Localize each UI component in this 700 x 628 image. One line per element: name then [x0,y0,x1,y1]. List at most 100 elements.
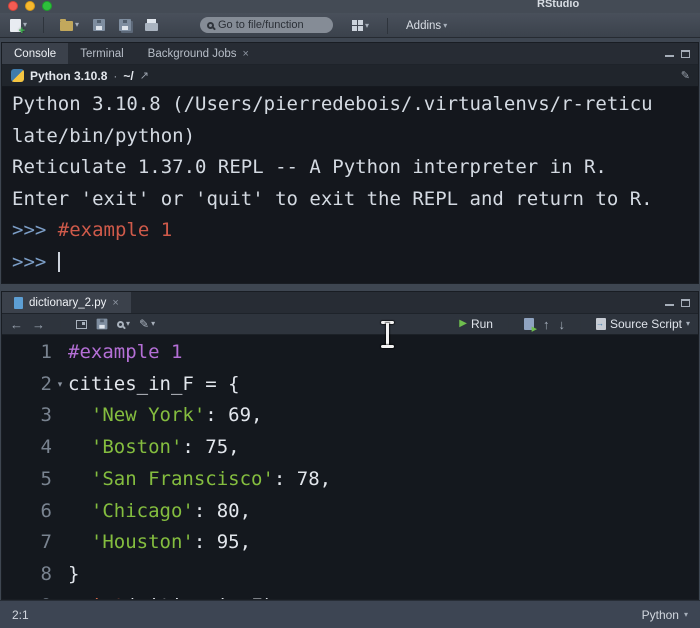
line-number: 6 [2,496,52,528]
line-number: 3 [2,400,52,432]
goto-file-input[interactable] [218,19,323,31]
python-icon [11,69,24,82]
console-line: >>> #example 1 [12,215,688,247]
forward-button[interactable]: → [32,318,45,331]
chevron-down-icon: ▾ [151,320,155,328]
language-label: Python [642,608,679,622]
editor-tabbar: dictionary_2.py × [2,292,698,314]
working-directory[interactable]: ~/ [123,69,133,83]
print-button[interactable] [141,17,162,33]
close-tab-icon[interactable]: × [243,48,249,60]
minimize-window-button[interactable] [25,1,35,11]
run-previous-section-button[interactable]: ↑ [543,318,550,331]
pane-layout-icon [352,20,363,31]
code-line: 1#example 1 [2,337,698,369]
pane-layout-button[interactable]: ▾ [348,18,373,33]
toolbar-separator [580,316,581,332]
source-icon [596,318,606,330]
run-next-section-button[interactable]: ↓ [558,318,565,331]
close-tab-icon[interactable]: × [112,297,118,309]
cursor-position[interactable]: 2:1 [12,608,29,622]
fold-gutter [52,527,68,559]
console-tab-background-jobs[interactable]: Background Jobs × [136,43,261,64]
code-line: 2▾cities_in_F = { [2,369,698,401]
show-in-new-window-button[interactable] [76,320,87,329]
console-output[interactable]: Python 3.10.8 (/Users/pierredebois/.virt… [2,87,698,283]
fold-gutter [52,591,68,599]
code-editor[interactable]: 1#example 12▾cities_in_F = {3 'New York'… [2,335,698,599]
open-folder-icon [60,21,73,31]
code-line: 5 'San Franscisco': 78, [2,464,698,496]
pane-window-controls [665,292,690,314]
pencil-icon[interactable]: ✎ [681,69,690,82]
new-file-icon [10,19,21,32]
play-icon: ▶ [459,319,467,329]
save-button[interactable] [89,17,109,33]
code-line: 9print(cities_in_F) [2,591,698,599]
console-header: Python 3.10.8 · ~/ ↗ ✎ [2,65,698,87]
code-line: 7 'Houston': 95, [2,527,698,559]
toolbar-separator [43,17,44,33]
console-tabbar: Console Terminal Background Jobs × [2,43,698,65]
python-file-icon [14,297,23,309]
source-script-label: Source Script [610,317,682,331]
fold-toggle-icon[interactable]: ▾ [52,369,68,401]
fold-gutter [52,559,68,591]
console-tab-terminal[interactable]: Terminal [68,43,135,64]
chevron-down-icon: ▾ [365,22,369,30]
new-file-button[interactable]: ▾ [6,17,31,34]
addins-button[interactable]: Addins ▾ [402,18,451,34]
save-icon [93,19,105,31]
fold-gutter [52,432,68,464]
find-replace-button[interactable]: ▾ [117,320,130,328]
line-number: 5 [2,464,52,496]
fold-gutter [52,337,68,369]
minimize-pane-icon[interactable] [665,304,674,306]
addins-label: Addins [406,20,441,32]
run-label: Run [471,317,493,331]
save-all-button[interactable] [115,17,135,33]
zoom-window-button[interactable] [42,1,52,11]
minimize-pane-icon[interactable] [665,55,674,57]
source-script-button[interactable]: Source Script ▾ [596,317,690,331]
chevron-down-icon: ▾ [75,21,79,29]
fold-gutter [52,496,68,528]
rerun-previous-button[interactable] [524,318,534,330]
maximize-pane-icon[interactable] [681,50,690,58]
source-editor-pane: dictionary_2.py × ← → ▾ ✎ ▾ ▶ Run [1,291,699,600]
console-line: Reticulate 1.37.0 REPL -- A Python inter… [12,152,688,184]
goto-directory-icon[interactable]: ↗ [140,69,149,82]
code-tools-button[interactable]: ✎ ▾ [139,318,155,330]
back-button[interactable]: ← [10,318,23,331]
code-line: 8} [2,559,698,591]
language-selector[interactable]: Python ▾ [642,608,688,622]
run-button[interactable]: ▶ Run [459,317,493,331]
console-line: Python 3.10.8 (/Users/pierredebois/.virt… [12,89,688,121]
console-tab-console[interactable]: Console [2,43,68,64]
line-number: 1 [2,337,52,369]
fold-gutter [52,400,68,432]
line-number: 7 [2,527,52,559]
line-number: 2 [2,369,52,401]
mouse-ibeam-cursor [380,321,395,348]
console-line: >>> [12,247,688,279]
line-number: 8 [2,559,52,591]
pane-window-controls [665,43,690,65]
tab-label: Console [14,48,56,60]
goto-file-search[interactable] [200,17,333,33]
toolbar-separator [387,18,388,34]
editor-tab-dictionary-2[interactable]: dictionary_2.py × [2,292,131,313]
code-line: 4 'Boston': 75, [2,432,698,464]
close-window-button[interactable] [8,1,18,11]
chevron-down-icon: ▾ [684,611,688,619]
header-separator: · [113,69,117,83]
maximize-pane-icon[interactable] [681,299,690,307]
console-pane: Console Terminal Background Jobs × Python 3… [1,42,699,284]
save-document-button[interactable] [97,319,108,330]
tab-label: Background Jobs [148,48,237,60]
chevron-down-icon: ▾ [126,320,130,328]
open-file-button[interactable]: ▾ [56,17,83,33]
search-icon [207,22,214,29]
main-toolbar: ▾ ▾ ▾ Addins ▾ [0,13,700,38]
fold-gutter [52,464,68,496]
